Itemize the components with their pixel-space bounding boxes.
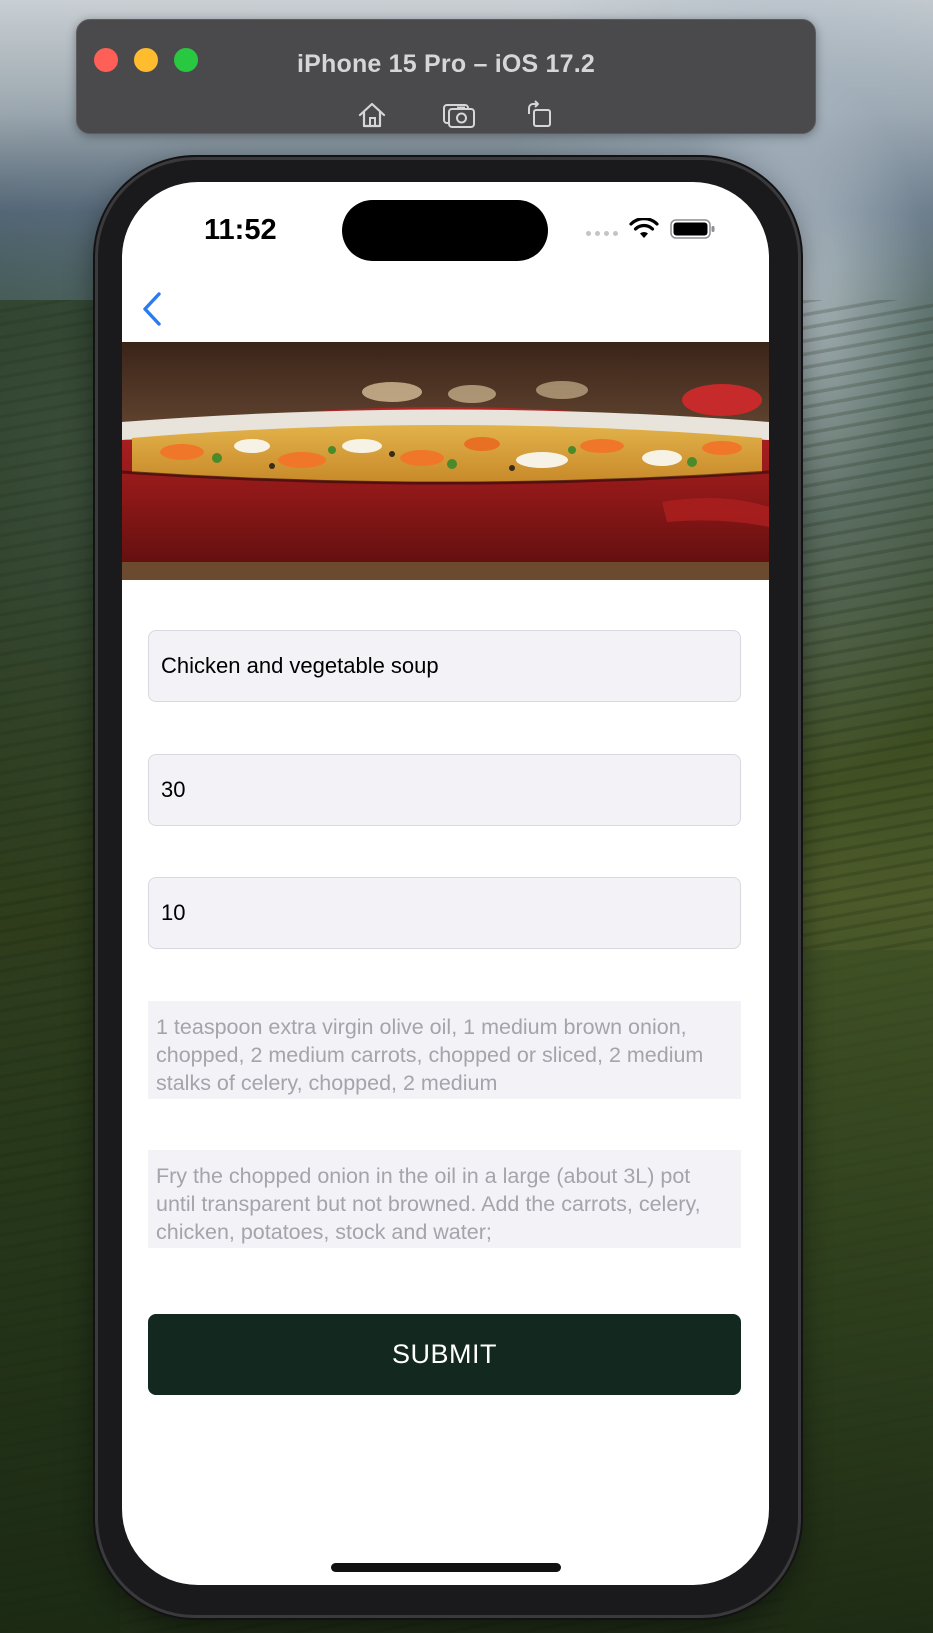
submit-button[interactable]: SUBMIT xyxy=(148,1314,741,1395)
home-indicator[interactable] xyxy=(331,1563,561,1572)
phone-screen: 11:52 Chicken and vegetable soup 30 10 1… xyxy=(122,182,769,1585)
back-button[interactable] xyxy=(132,287,172,331)
rotate-icon xyxy=(528,100,551,127)
simulator-title: iPhone 15 Pro – iOS 17.2 xyxy=(297,50,595,78)
status-time: 11:52 xyxy=(204,214,277,246)
wifi-icon xyxy=(629,218,659,238)
dynamic-island xyxy=(342,200,548,261)
screenshot-icon xyxy=(443,104,475,128)
background-trees-right xyxy=(783,950,933,1633)
battery-icon xyxy=(670,219,715,239)
signal-dots-icon xyxy=(586,231,618,236)
screenshot-button[interactable] xyxy=(442,98,476,132)
rotate-button[interactable] xyxy=(523,98,557,132)
servings-field[interactable]: 10 xyxy=(148,877,741,949)
method-textarea[interactable]: Fry the chopped onion in the oil in a la… xyxy=(148,1150,741,1248)
home-button[interactable] xyxy=(355,98,389,132)
ingredients-textarea[interactable]: 1 teaspoon extra virgin olive oil, 1 med… xyxy=(148,1001,741,1099)
simulator-title-bar: iPhone 15 Pro – iOS 17.2 xyxy=(76,19,816,134)
prep-time-field[interactable]: 30 xyxy=(148,754,741,826)
recipe-hero-image xyxy=(122,342,769,580)
chevron-left-icon xyxy=(143,292,161,326)
home-icon xyxy=(358,102,386,128)
recipe-name-field[interactable]: Chicken and vegetable soup xyxy=(148,630,741,702)
